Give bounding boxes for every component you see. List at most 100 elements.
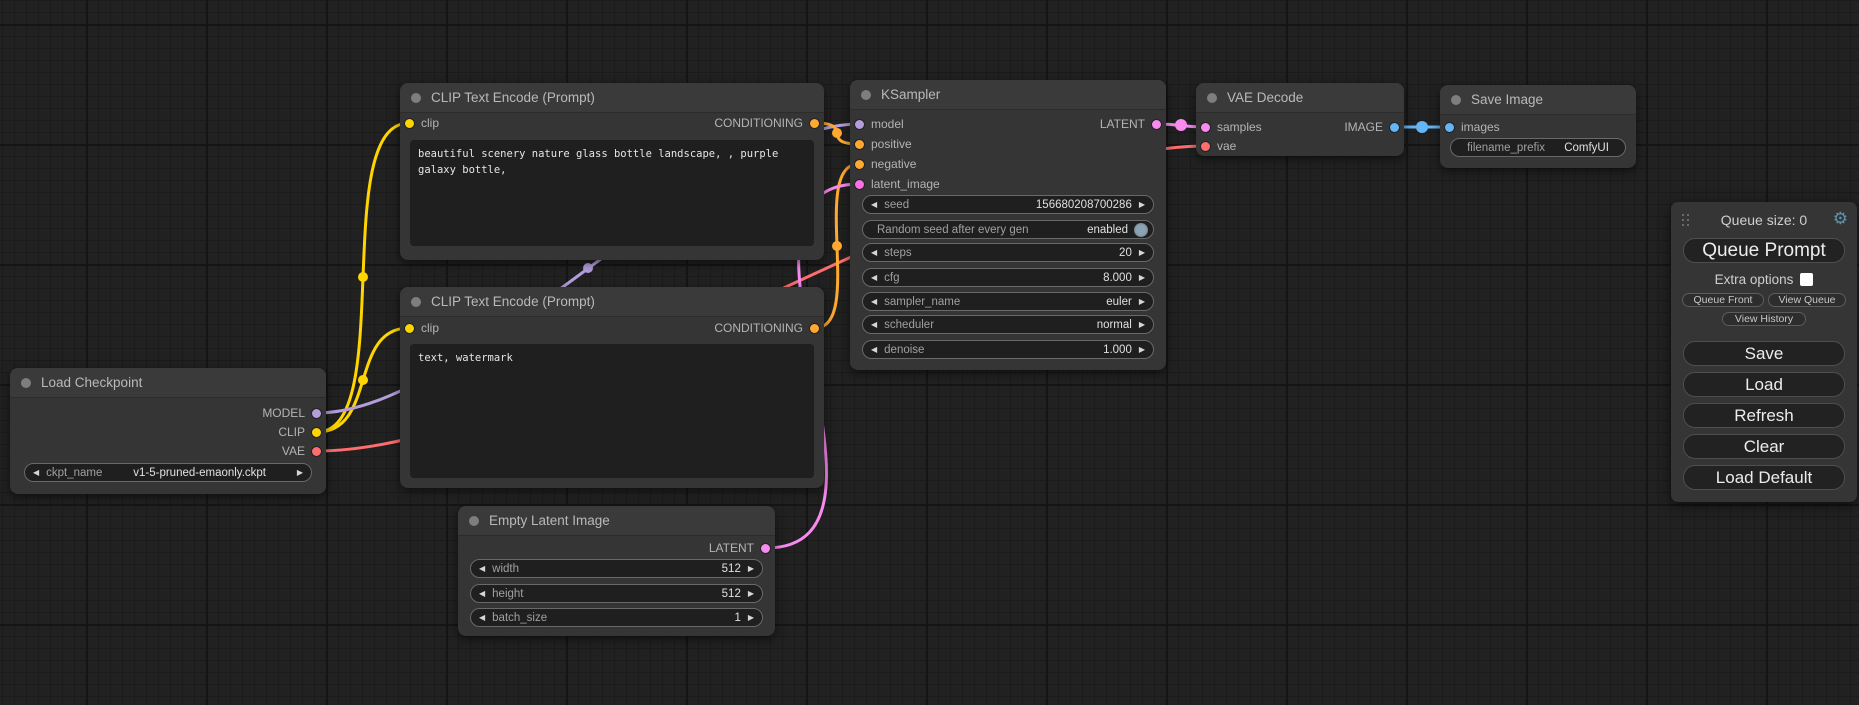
negative-prompt-textarea[interactable]: text, watermark	[410, 344, 814, 478]
link-dot[interactable]	[1175, 119, 1187, 131]
node-title-bar[interactable]: CLIP Text Encode (Prompt)	[400, 287, 824, 317]
node-collapse-dot[interactable]	[861, 90, 871, 100]
increment-arrow-icon[interactable]: ▶	[297, 469, 303, 477]
denoise-combo[interactable]: ◀ denoise 1.000 ▶	[862, 340, 1154, 359]
height-combo[interactable]: ◀ height 512 ▶	[470, 584, 763, 603]
increment-arrow-icon[interactable]: ▶	[1139, 298, 1145, 306]
random-seed-toggle[interactable]: Random seed after every gen enabled	[862, 220, 1154, 239]
decrement-arrow-icon[interactable]: ◀	[871, 346, 877, 354]
slot-dot-clip[interactable]	[405, 119, 414, 128]
link-dot[interactable]	[1416, 121, 1428, 133]
slot-dot-vae[interactable]	[312, 447, 321, 456]
node-title-bar[interactable]: KSampler	[850, 80, 1166, 110]
increment-arrow-icon[interactable]: ▶	[1139, 346, 1145, 354]
decrement-arrow-icon[interactable]: ◀	[871, 321, 877, 329]
node-title-bar[interactable]: Save Image	[1440, 85, 1636, 115]
load-button[interactable]: Load	[1683, 372, 1845, 397]
link-dot[interactable]	[358, 375, 368, 385]
gear-icon[interactable]: ⚙	[1833, 210, 1848, 227]
node-clip-text-encode-positive[interactable]: CLIP Text Encode (Prompt) clip CONDITION…	[400, 83, 824, 260]
decrement-arrow-icon[interactable]: ◀	[871, 201, 877, 209]
node-collapse-dot[interactable]	[411, 93, 421, 103]
output-slot-conditioning[interactable]: CONDITIONING	[714, 115, 824, 131]
slot-dot-conditioning[interactable]	[855, 140, 864, 149]
slot-dot-model[interactable]	[312, 409, 321, 418]
save-button[interactable]: Save	[1683, 341, 1845, 366]
slot-dot-clip[interactable]	[312, 428, 321, 437]
input-slot-latent-image[interactable]: latent_image	[850, 176, 940, 192]
input-slot-samples[interactable]: samples	[1196, 119, 1262, 135]
extra-options-checkbox[interactable]	[1800, 273, 1813, 286]
node-collapse-dot[interactable]	[411, 297, 421, 307]
input-slot-images[interactable]: images	[1440, 119, 1500, 135]
node-empty-latent-image[interactable]: Empty Latent Image LATENT ◀ width 512 ▶ …	[458, 506, 775, 636]
decrement-arrow-icon[interactable]: ◀	[479, 565, 485, 573]
refresh-button[interactable]: Refresh	[1683, 403, 1845, 428]
graph-canvas[interactable]: Load Checkpoint MODEL CLIP VAE ◀ ckpt_na…	[0, 0, 1859, 705]
view-queue-button[interactable]: View Queue	[1768, 293, 1846, 307]
scheduler-combo[interactable]: ◀ scheduler normal ▶	[862, 315, 1154, 334]
ckpt-name-combo[interactable]: ◀ ckpt_name v1-5-pruned-emaonly.ckpt ▶	[24, 463, 312, 482]
slot-dot-conditioning[interactable]	[855, 160, 864, 169]
link-dot[interactable]	[358, 272, 368, 282]
output-slot-latent[interactable]: LATENT	[709, 540, 775, 556]
node-vae-decode[interactable]: VAE Decode samples vae IMAGE	[1196, 83, 1404, 156]
link-dot[interactable]	[583, 263, 593, 273]
node-collapse-dot[interactable]	[21, 378, 31, 388]
slot-dot-conditioning[interactable]	[810, 119, 819, 128]
clear-button[interactable]: Clear	[1683, 434, 1845, 459]
output-slot-latent[interactable]: LATENT	[1100, 116, 1166, 132]
output-slot-clip[interactable]: CLIP	[278, 424, 326, 440]
link-dot[interactable]	[832, 241, 842, 251]
input-slot-positive[interactable]: positive	[850, 136, 912, 152]
output-slot-conditioning[interactable]: CONDITIONING	[714, 320, 824, 336]
width-combo[interactable]: ◀ width 512 ▶	[470, 559, 763, 578]
queue-front-button[interactable]: Queue Front	[1682, 293, 1764, 307]
increment-arrow-icon[interactable]: ▶	[748, 590, 754, 598]
decrement-arrow-icon[interactable]: ◀	[871, 274, 877, 282]
steps-combo[interactable]: ◀ steps 20 ▶	[862, 243, 1154, 262]
decrement-arrow-icon[interactable]: ◀	[479, 590, 485, 598]
slot-dot-vae[interactable]	[1201, 142, 1210, 151]
output-slot-model[interactable]: MODEL	[262, 405, 326, 421]
slot-dot-image[interactable]	[1390, 123, 1399, 132]
slot-dot-model[interactable]	[855, 120, 864, 129]
output-slot-vae[interactable]: VAE	[282, 443, 326, 459]
slot-dot-latent[interactable]	[855, 180, 864, 189]
queue-prompt-button[interactable]: Queue Prompt	[1683, 238, 1845, 263]
increment-arrow-icon[interactable]: ▶	[748, 565, 754, 573]
input-slot-clip[interactable]: clip	[400, 320, 439, 336]
link-dot[interactable]	[832, 128, 842, 138]
decrement-arrow-icon[interactable]: ◀	[871, 249, 877, 257]
increment-arrow-icon[interactable]: ▶	[748, 614, 754, 622]
sampler-name-combo[interactable]: ◀ sampler_name euler ▶	[862, 292, 1154, 311]
increment-arrow-icon[interactable]: ▶	[1139, 274, 1145, 282]
input-slot-vae[interactable]: vae	[1196, 138, 1236, 154]
node-collapse-dot[interactable]	[1451, 95, 1461, 105]
decrement-arrow-icon[interactable]: ◀	[479, 614, 485, 622]
load-default-button[interactable]: Load Default	[1683, 465, 1845, 490]
input-slot-model[interactable]: model	[850, 116, 904, 132]
node-clip-text-encode-negative[interactable]: CLIP Text Encode (Prompt) clip CONDITION…	[400, 287, 824, 488]
node-collapse-dot[interactable]	[469, 516, 479, 526]
node-title-bar[interactable]: Load Checkpoint	[10, 368, 326, 398]
increment-arrow-icon[interactable]: ▶	[1139, 201, 1145, 209]
seed-combo[interactable]: ◀ seed 156680208700286 ▶	[862, 195, 1154, 214]
slot-dot-image[interactable]	[1445, 123, 1454, 132]
node-title-bar[interactable]: Empty Latent Image	[458, 506, 775, 536]
slot-dot-latent[interactable]	[1152, 120, 1161, 129]
node-title-bar[interactable]: CLIP Text Encode (Prompt)	[400, 83, 824, 113]
input-slot-clip[interactable]: clip	[400, 115, 439, 131]
decrement-arrow-icon[interactable]: ◀	[871, 298, 877, 306]
output-slot-image[interactable]: IMAGE	[1344, 119, 1404, 135]
slot-dot-latent[interactable]	[1201, 123, 1210, 132]
slot-dot-conditioning[interactable]	[810, 324, 819, 333]
slot-dot-latent[interactable]	[761, 544, 770, 553]
increment-arrow-icon[interactable]: ▶	[1139, 321, 1145, 329]
node-collapse-dot[interactable]	[1207, 93, 1217, 103]
increment-arrow-icon[interactable]: ▶	[1139, 249, 1145, 257]
node-ksampler[interactable]: KSampler model positive negative latent_…	[850, 80, 1166, 370]
node-load-checkpoint[interactable]: Load Checkpoint MODEL CLIP VAE ◀ ckpt_na…	[10, 368, 326, 494]
toggle-circle-icon[interactable]	[1134, 223, 1148, 237]
decrement-arrow-icon[interactable]: ◀	[33, 469, 39, 477]
